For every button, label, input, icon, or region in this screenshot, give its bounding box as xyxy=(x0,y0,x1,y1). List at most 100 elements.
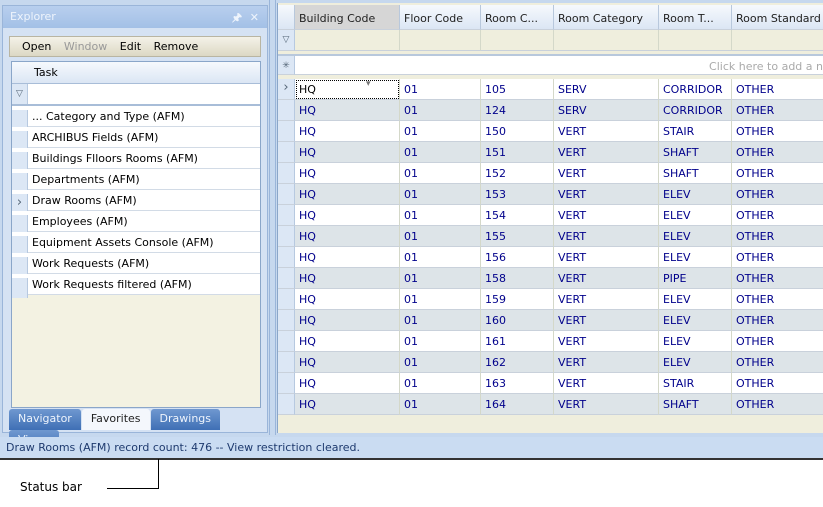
row-indicator[interactable] xyxy=(278,394,295,415)
table-cell[interactable]: VERT xyxy=(554,394,659,415)
filter-cell[interactable] xyxy=(732,30,823,51)
tab-navigator[interactable]: Navigator xyxy=(9,409,81,430)
column-header[interactable]: Room T... xyxy=(659,5,732,30)
close-icon[interactable]: ✕ xyxy=(250,11,259,24)
table-cell[interactable]: HQ xyxy=(295,373,400,394)
task-item[interactable]: Buildings Flloors Rooms (AFM) xyxy=(12,148,260,172)
row-indicator[interactable] xyxy=(278,163,295,184)
table-cell[interactable]: VERT xyxy=(554,163,659,184)
filter-cell[interactable] xyxy=(481,30,554,51)
table-cell[interactable]: OTHER xyxy=(732,184,823,205)
table-cell[interactable]: 105 xyxy=(481,79,554,100)
row-indicator[interactable] xyxy=(278,184,295,205)
table-cell[interactable]: 154 xyxy=(481,205,554,226)
table-cell[interactable]: HQ xyxy=(295,394,400,415)
pin-icon[interactable]: 🖈︎ xyxy=(232,11,242,24)
task-item[interactable]: Work Requests (AFM) xyxy=(12,253,260,277)
table-cell[interactable]: VERT xyxy=(554,121,659,142)
task-filter-row[interactable]: ▽ xyxy=(12,84,260,106)
task-item[interactable]: Employees (AFM) xyxy=(12,211,260,235)
table-cell[interactable]: OTHER xyxy=(732,394,823,415)
row-indicator[interactable] xyxy=(278,142,295,163)
table-cell[interactable]: 01 xyxy=(400,310,481,331)
table-cell[interactable]: VERT xyxy=(554,289,659,310)
task-item[interactable]: Equipment Assets Console (AFM) xyxy=(12,232,260,256)
table-cell[interactable]: OTHER xyxy=(732,352,823,373)
table-cell[interactable]: OTHER xyxy=(732,100,823,121)
table-cell[interactable]: 01 xyxy=(400,268,481,289)
table-cell[interactable]: 01 xyxy=(400,142,481,163)
table-cell[interactable]: 01 xyxy=(400,121,481,142)
tab-favorites[interactable]: Favorites xyxy=(81,409,150,430)
table-cell[interactable]: OTHER xyxy=(732,373,823,394)
table-cell[interactable]: 153 xyxy=(481,184,554,205)
table-cell[interactable]: ELEV xyxy=(659,310,732,331)
table-cell[interactable]: SERV xyxy=(554,100,659,121)
table-cell[interactable]: 163 xyxy=(481,373,554,394)
row-indicator[interactable]: › xyxy=(278,79,295,100)
table-cell[interactable]: 01 xyxy=(400,163,481,184)
table-cell[interactable]: 01 xyxy=(400,100,481,121)
table-cell[interactable]: OTHER xyxy=(732,226,823,247)
table-cell[interactable]: 158 xyxy=(481,268,554,289)
row-indicator[interactable] xyxy=(278,100,295,121)
column-header[interactable]: Building Code xyxy=(295,5,400,30)
table-cell[interactable]: HQ xyxy=(295,100,400,121)
table-cell[interactable]: 01 xyxy=(400,205,481,226)
table-cell[interactable]: OTHER xyxy=(732,268,823,289)
table-cell[interactable]: VERT xyxy=(554,184,659,205)
table-cell[interactable]: 152 xyxy=(481,163,554,184)
table-cell[interactable]: 01 xyxy=(400,247,481,268)
column-header[interactable]: Room Standard xyxy=(732,5,823,30)
task-item[interactable]: › Draw Rooms (AFM) xyxy=(12,190,260,214)
row-indicator[interactable] xyxy=(278,331,295,352)
table-cell[interactable]: SHAFT xyxy=(659,394,732,415)
table-cell[interactable]: HQ xyxy=(295,289,400,310)
row-indicator[interactable] xyxy=(278,268,295,289)
table-cell[interactable]: HQ xyxy=(295,352,400,373)
table-cell[interactable]: 01 xyxy=(400,184,481,205)
column-header[interactable]: Room C... xyxy=(481,5,554,30)
filter-cell[interactable] xyxy=(295,30,400,51)
table-cell[interactable]: SHAFT xyxy=(659,163,732,184)
table-cell[interactable]: HQ xyxy=(295,184,400,205)
filter-cell[interactable] xyxy=(400,30,481,51)
task-column-header[interactable]: Task xyxy=(12,62,260,84)
table-cell[interactable]: 01 xyxy=(400,79,481,100)
table-cell[interactable]: OTHER xyxy=(732,310,823,331)
table-cell[interactable]: HQ xyxy=(295,268,400,289)
table-cell[interactable]: ELEV xyxy=(659,205,732,226)
row-indicator[interactable] xyxy=(278,205,295,226)
table-cell[interactable]: 159 xyxy=(481,289,554,310)
table-cell[interactable]: 01 xyxy=(400,289,481,310)
task-item[interactable]: ... Category and Type (AFM) xyxy=(12,106,260,130)
table-cell[interactable]: 155 xyxy=(481,226,554,247)
table-cell[interactable]: VERT xyxy=(554,268,659,289)
table-cell[interactable]: OTHER xyxy=(732,247,823,268)
table-cell[interactable]: SHAFT xyxy=(659,142,732,163)
table-cell[interactable]: 160 xyxy=(481,310,554,331)
column-header[interactable]: Room Category xyxy=(554,5,659,30)
table-cell[interactable]: 01 xyxy=(400,331,481,352)
edit-button[interactable]: Edit xyxy=(120,40,141,53)
table-cell[interactable]: HQ xyxy=(295,142,400,163)
table-cell[interactable]: CORRIDOR xyxy=(659,100,732,121)
row-indicator[interactable] xyxy=(278,310,295,331)
table-cell[interactable]: VERT xyxy=(554,226,659,247)
table-cell[interactable]: HQ xyxy=(295,226,400,247)
table-cell[interactable]: VERT xyxy=(554,373,659,394)
new-row-hint[interactable]: Click here to add a n xyxy=(295,56,823,75)
table-cell[interactable]: HQ xyxy=(295,79,400,100)
table-cell[interactable]: HQ xyxy=(295,163,400,184)
table-cell[interactable]: HQ xyxy=(295,310,400,331)
table-cell[interactable]: VERT xyxy=(554,310,659,331)
row-indicator[interactable] xyxy=(278,289,295,310)
table-cell[interactable]: PIPE xyxy=(659,268,732,289)
table-cell[interactable]: HQ xyxy=(295,247,400,268)
row-indicator[interactable] xyxy=(278,352,295,373)
task-item[interactable]: Work Requests filtered (AFM) xyxy=(12,274,260,298)
table-cell[interactable]: 124 xyxy=(481,100,554,121)
table-cell[interactable]: SERV xyxy=(554,79,659,100)
table-cell[interactable]: STAIR xyxy=(659,373,732,394)
filter-cell[interactable] xyxy=(659,30,732,51)
